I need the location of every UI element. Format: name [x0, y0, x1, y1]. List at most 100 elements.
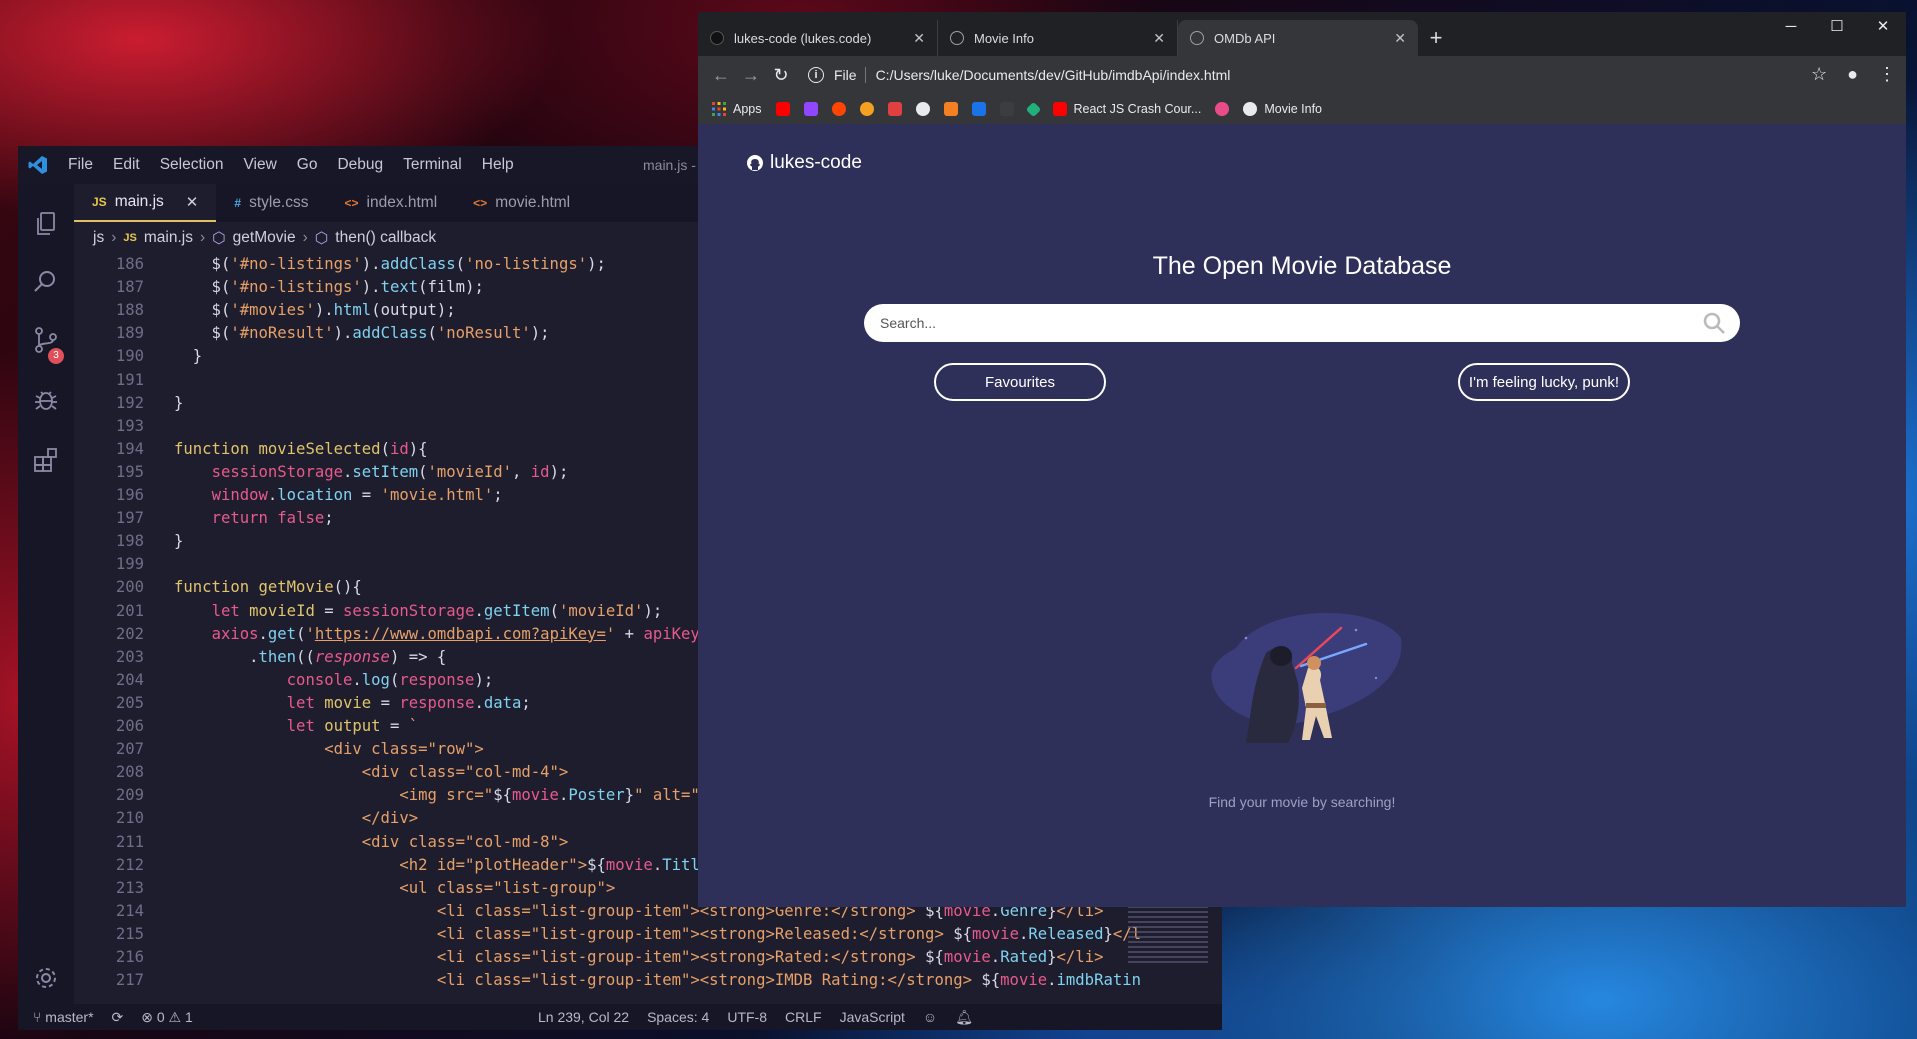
settings-gear-icon[interactable]: [32, 964, 60, 992]
line-ending[interactable]: CRLF: [776, 1009, 831, 1025]
menu-help[interactable]: Help: [472, 156, 524, 174]
breadcrumb-item[interactable]: main.js: [144, 229, 193, 247]
bookmark-label: Movie Info: [1264, 102, 1322, 116]
url-scheme: File: [834, 67, 857, 83]
explorer-icon[interactable]: [32, 210, 60, 238]
tab-label: movie.html: [495, 194, 571, 211]
cursor-position[interactable]: Ln 239, Col 22: [529, 1009, 638, 1025]
close-icon[interactable]: ✕: [1394, 30, 1406, 47]
code-text: }: [174, 393, 184, 412]
encoding[interactable]: UTF-8: [718, 1009, 776, 1025]
bookmark-twitch[interactable]: [803, 102, 818, 116]
search-input[interactable]: [878, 314, 1702, 332]
bookmark-reddit[interactable]: [831, 102, 846, 116]
reload-icon[interactable]: ↻: [766, 65, 796, 86]
bookmark-orange[interactable]: [859, 102, 874, 116]
bookmark-diamond[interactable]: [1025, 101, 1041, 117]
browser-tab[interactable]: lukes-code (lukes.code) ✕: [698, 20, 938, 56]
tab-index-html[interactable]: <> index.html: [327, 184, 456, 222]
info-icon[interactable]: i: [808, 67, 824, 83]
feedback-smiley-icon[interactable]: ☺: [914, 1009, 946, 1025]
search-icon[interactable]: [32, 268, 60, 296]
browser-tab[interactable]: Movie Info ✕: [938, 20, 1178, 56]
method-icon: ⬡: [212, 229, 226, 247]
problems-indicator[interactable]: ⊗ 0 ⚠ 1: [132, 1009, 202, 1026]
html-file-icon: <>: [473, 196, 488, 210]
forward-arrow-icon[interactable]: →: [736, 65, 766, 86]
scm-badge: 3: [48, 348, 64, 364]
line-number: 202: [115, 624, 144, 643]
bookmark-apps[interactable]: Apps: [712, 102, 762, 116]
menu-edit[interactable]: Edit: [103, 156, 150, 174]
breadcrumb-item[interactable]: getMovie: [233, 229, 296, 247]
tab-main-js[interactable]: JS main.js ✕: [74, 184, 217, 222]
menu-kebab-icon[interactable]: ⋮: [1878, 64, 1896, 85]
method-icon: ⬡: [314, 229, 329, 247]
browser-tab-active[interactable]: OMDb API ✕: [1178, 20, 1418, 56]
code-text: $('#noResult').addClass('noResult');: [174, 324, 550, 343]
feeling-lucky-button[interactable]: I'm feeling lucky, punk!: [1458, 363, 1630, 401]
menu-file[interactable]: File: [58, 156, 103, 174]
line-number: 197: [115, 509, 144, 528]
css-file-icon: #: [234, 196, 242, 210]
close-icon[interactable]: ✕: [1153, 30, 1165, 47]
stackoverflow-icon: [943, 102, 958, 116]
address-bar[interactable]: i File C:/Users/luke/Documents/dev/GitHu…: [808, 60, 1834, 90]
bookmark-dark[interactable]: [999, 102, 1014, 116]
bookmark-react-course[interactable]: React JS Crash Cour...: [1052, 102, 1201, 116]
breadcrumb-item[interactable]: then() callback: [335, 229, 436, 247]
breadcrumb-item[interactable]: js: [93, 229, 104, 247]
vscode-menubar: File Edit Selection View Go Debug Termin…: [58, 156, 524, 174]
menu-selection[interactable]: Selection: [150, 156, 234, 174]
tab-label: main.js: [114, 193, 164, 210]
tab-movie-html[interactable]: <> movie.html: [455, 184, 588, 222]
menu-view[interactable]: View: [233, 156, 286, 174]
notifications-bell-icon[interactable]: 🔔︎: [946, 1009, 982, 1026]
menu-debug[interactable]: Debug: [327, 156, 393, 174]
empty-state-message: Find your movie by searching!: [1208, 794, 1396, 810]
minimap[interactable]: [1128, 906, 1208, 966]
bookmark-movie-info[interactable]: Movie Info: [1243, 102, 1322, 116]
minimize-icon[interactable]: ─: [1768, 12, 1814, 42]
tab-style-css[interactable]: # style.css: [216, 184, 326, 222]
tab-label: index.html: [366, 194, 438, 211]
git-branch[interactable]: ⑂ master*: [24, 1009, 103, 1025]
youtube-icon: [775, 102, 790, 116]
code-text: axios.get('https://www.omdbapi.com?apiKe…: [211, 624, 719, 643]
sync-icon[interactable]: ⟳: [103, 1009, 133, 1026]
favourites-button[interactable]: Favourites: [934, 363, 1106, 401]
bookmark-stackoverflow[interactable]: [943, 102, 958, 116]
close-icon[interactable]: ✕: [913, 30, 925, 47]
maximize-icon[interactable]: ☐: [1814, 12, 1860, 42]
debug-icon[interactable]: [32, 386, 60, 414]
code-text: <div class="col-md-8">: [174, 832, 569, 851]
bookmark-dribbble[interactable]: [1215, 102, 1230, 116]
bookmark-youtube[interactable]: [775, 102, 790, 116]
flag-icon: [971, 102, 986, 116]
menu-terminal[interactable]: Terminal: [393, 156, 472, 174]
extensions-icon[interactable]: [32, 446, 60, 474]
language-mode[interactable]: JavaScript: [831, 1009, 914, 1025]
close-window-icon[interactable]: ✕: [1860, 12, 1906, 42]
new-tab-plus-icon[interactable]: +: [1418, 20, 1454, 56]
html-file-icon: <>: [344, 196, 359, 210]
bookmark-star-icon[interactable]: ☆: [1811, 64, 1827, 85]
code-text: <li class="list-group-item"><strong>IMDB…: [174, 971, 1142, 990]
site-brand[interactable]: lukes-code: [746, 152, 862, 174]
bookmark-gmail[interactable]: [887, 102, 902, 116]
line-number: 193: [115, 416, 144, 435]
js-file-icon: JS: [92, 195, 107, 209]
line-number: 191: [115, 370, 144, 389]
code-text: sessionStorage.setItem('movieId', id);: [211, 462, 569, 481]
line-number: 215: [115, 924, 144, 943]
back-arrow-icon[interactable]: ←: [706, 65, 736, 86]
search-icon[interactable]: [1702, 311, 1726, 335]
line-number: 195: [115, 462, 144, 481]
profile-avatar-icon[interactable]: ●: [1847, 64, 1858, 85]
code-text: <li class="list-group-item"><strong>Rate…: [174, 948, 1104, 966]
bookmark-github[interactable]: [915, 102, 930, 116]
menu-go[interactable]: Go: [287, 156, 328, 174]
bookmark-flag[interactable]: [971, 102, 986, 116]
indentation[interactable]: Spaces: 4: [638, 1009, 718, 1025]
close-icon[interactable]: ✕: [186, 193, 199, 211]
